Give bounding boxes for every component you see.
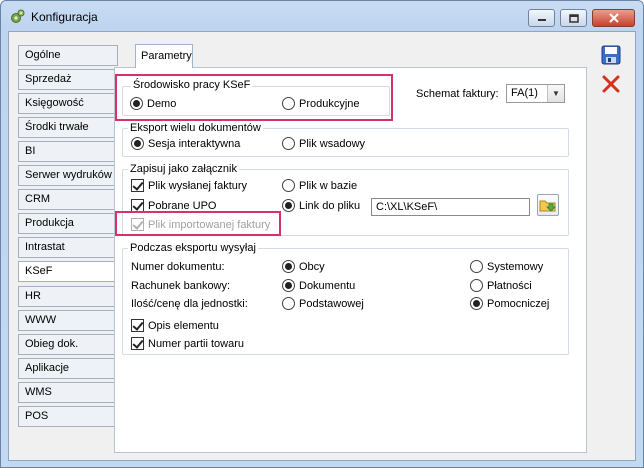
sidebar-item-obieg-dok[interactable]: Obieg dok.	[18, 334, 118, 355]
sidebar-item-pos[interactable]: POS	[18, 406, 118, 427]
interactive-session-label: Sesja interaktywna	[148, 138, 241, 150]
export-multi-title: Eksport wielu dokumentów	[128, 122, 263, 134]
sidebar-item-sprzedaz[interactable]: Sprzedaż	[18, 69, 118, 90]
bank-account-document-label: Dokumentu	[299, 280, 356, 292]
cancel-button[interactable]	[600, 73, 622, 95]
imported-highlight-frame	[115, 211, 281, 236]
in-database-label: Plik w bazie	[299, 180, 358, 192]
bank-account-label: Rachunek bankowy:	[131, 280, 231, 292]
bank-account-payment-label: Płatności	[487, 280, 532, 292]
qty-price-auxiliary-label: Pomocniczej	[487, 298, 550, 310]
save-icon	[601, 45, 621, 65]
file-path-input[interactable]: C:\XL\KSeF\	[371, 198, 530, 216]
schema-select[interactable]: FA(1) ▼	[506, 84, 565, 103]
doc-number-label: Numer dokumentu:	[131, 261, 225, 273]
maximize-icon	[568, 13, 579, 23]
doc-number-foreign-label: Obcy	[299, 261, 325, 273]
doc-number-system-radio[interactable]	[470, 260, 483, 273]
sidebar-item-www[interactable]: WWW	[18, 310, 118, 331]
qty-price-auxiliary-radio[interactable]	[470, 297, 483, 310]
close-window-button[interactable]	[592, 9, 635, 27]
config-window: Konfiguracja Ogólne Sprzedaż Księgowość …	[0, 0, 644, 468]
file-link-label: Link do pliku	[299, 200, 361, 212]
sidebar-item-aplikacje[interactable]: Aplikacje	[18, 358, 118, 379]
file-path-value: C:\XL\KSeF\	[376, 201, 438, 213]
schema-select-value: FA(1)	[511, 87, 538, 99]
title-bar[interactable]: Konfiguracja	[1, 1, 643, 31]
batch-number-label: Numer partii towaru	[148, 338, 244, 350]
doc-number-system-label: Systemowy	[487, 261, 544, 273]
minimize-button[interactable]	[528, 9, 555, 27]
folder-icon	[539, 200, 556, 212]
window-title: Konfiguracja	[31, 10, 98, 24]
bank-account-payment-radio[interactable]	[470, 279, 483, 292]
browse-folder-button[interactable]	[537, 194, 559, 216]
batch-file-radio[interactable]	[282, 137, 295, 150]
close-icon	[608, 13, 619, 23]
minimize-icon	[537, 19, 546, 21]
sidebar-item-ksef[interactable]: KSeF	[18, 261, 118, 282]
attachment-title: Zapisuj jako załącznik	[128, 163, 239, 175]
sidebar-item-crm[interactable]: CRM	[18, 189, 118, 210]
sidebar-item-wms[interactable]: WMS	[18, 382, 118, 403]
schema-label: Schemat faktury:	[416, 88, 499, 100]
close-icon	[602, 75, 620, 93]
sidebar-item-hr[interactable]: HR	[18, 286, 118, 307]
batch-number-checkbox[interactable]	[131, 337, 144, 350]
doc-number-foreign-radio[interactable]	[282, 260, 295, 273]
sent-invoice-checkbox[interactable]	[131, 179, 144, 192]
qty-price-label: Ilość/cenę dla jednostki:	[131, 298, 248, 310]
qty-price-base-radio[interactable]	[282, 297, 295, 310]
chevron-down-icon[interactable]: ▼	[547, 85, 564, 102]
maximize-button[interactable]	[560, 9, 587, 27]
file-link-radio[interactable]	[282, 199, 295, 212]
sidebar-item-produkcja[interactable]: Produkcja	[18, 213, 118, 234]
sent-invoice-label: Plik wysłanej faktury	[148, 180, 248, 192]
qty-price-base-label: Podstawowej	[299, 298, 364, 310]
item-description-label: Opis elementu	[148, 320, 219, 332]
interactive-session-radio[interactable]	[131, 137, 144, 150]
sidebar-item-srodki-trwale[interactable]: Środki trwałe	[18, 117, 118, 138]
in-database-radio[interactable]	[282, 179, 295, 192]
sidebar-item-intrastat[interactable]: Intrastat	[18, 237, 118, 258]
sidebar-item-ogolne[interactable]: Ogólne	[18, 45, 118, 66]
tab-parametry[interactable]: Parametry	[135, 44, 193, 68]
gear-app-icon	[11, 9, 25, 23]
sidebar-item-serwer-wydrukow[interactable]: Serwer wydruków	[18, 165, 118, 186]
sidebar-item-ksiegowosc[interactable]: Księgowość	[18, 93, 118, 114]
bank-account-document-radio[interactable]	[282, 279, 295, 292]
export-send-title: Podczas eksportu wysyłaj	[128, 242, 258, 254]
save-button[interactable]	[600, 44, 622, 66]
sidebar-item-bi[interactable]: BI	[18, 141, 118, 162]
batch-file-label: Plik wsadowy	[299, 138, 366, 150]
item-description-checkbox[interactable]	[131, 319, 144, 332]
environment-highlight-frame	[115, 74, 393, 121]
